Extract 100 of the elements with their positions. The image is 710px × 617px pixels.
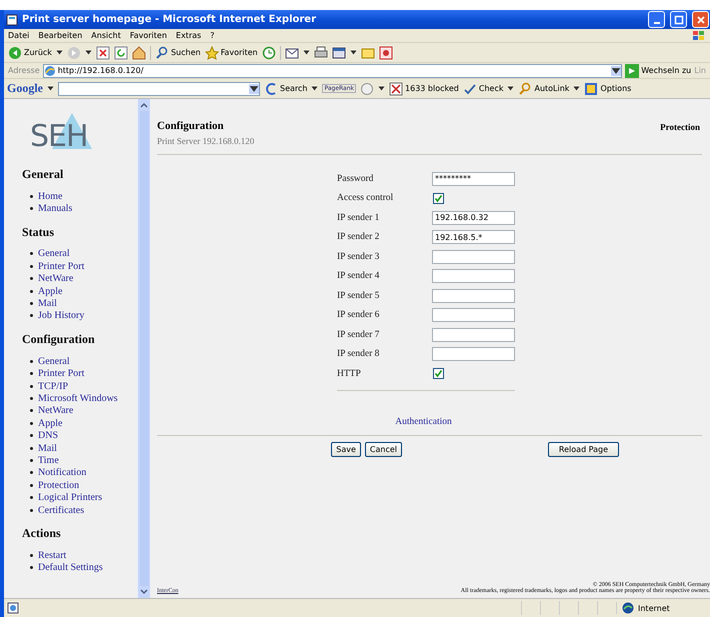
- home-icon[interactable]: [132, 46, 146, 60]
- dropdown-arrow-icon[interactable]: [573, 86, 580, 91]
- dropdown-arrow-icon[interactable]: [611, 66, 622, 76]
- nav-link[interactable]: Job History: [38, 310, 84, 322]
- menu-item[interactable]: Ansicht: [91, 31, 121, 40]
- input-field[interactable]: 192.168.0.32: [432, 210, 515, 225]
- bullet-icon: [30, 290, 33, 293]
- input-field[interactable]: [432, 288, 515, 303]
- form-button[interactable]: Cancel: [364, 442, 402, 456]
- checkbox[interactable]: [433, 368, 444, 380]
- printer-icon[interactable]: [314, 46, 328, 60]
- password-field[interactable]: *********: [432, 172, 515, 186]
- menu-item[interactable]: Extras: [176, 31, 202, 40]
- nav-link[interactable]: Mail: [38, 442, 57, 454]
- spell-check-button[interactable]: Check: [462, 82, 504, 96]
- search-button[interactable]: Search: [264, 82, 308, 96]
- reload-page-button[interactable]: Reload Page: [548, 442, 620, 456]
- refresh-icon[interactable]: [114, 46, 128, 60]
- bullet-icon: [30, 554, 33, 557]
- nav-link[interactable]: NetWare: [38, 405, 74, 416]
- menu-item[interactable]: Datei: [8, 31, 30, 40]
- back-button[interactable]: Zurück: [8, 46, 52, 60]
- nav-link[interactable]: DNS: [38, 430, 58, 442]
- blocked-icon[interactable]: [389, 82, 404, 96]
- nav-link[interactable]: TCP/IP: [38, 380, 68, 392]
- dropdown-arrow-icon[interactable]: [249, 84, 259, 94]
- globe-icon[interactable]: [622, 602, 634, 614]
- scroll-up-icon[interactable]: [140, 102, 148, 108]
- nav-link[interactable]: Logical Printers: [38, 492, 102, 504]
- bullet-icon: [30, 458, 33, 462]
- input-field[interactable]: [432, 347, 515, 362]
- search-button[interactable]: Suchen: [154, 46, 201, 60]
- input-field[interactable]: [432, 250, 515, 264]
- minimize-button[interactable]: [648, 11, 665, 28]
- bullet-icon: [30, 422, 33, 425]
- search-icon[interactable]: [154, 46, 169, 60]
- input-field[interactable]: [432, 269, 515, 284]
- close-icon[interactable]: [696, 14, 706, 24]
- field-label: IP sender 1: [337, 212, 380, 223]
- search-field[interactable]: [58, 82, 260, 96]
- input-field[interactable]: 192.168.5.*: [432, 230, 515, 244]
- page-icon[interactable]: [7, 602, 19, 614]
- nav-link[interactable]: General: [38, 248, 70, 260]
- menu-item[interactable]: ?: [210, 31, 214, 40]
- dropdown-arrow-icon[interactable]: [311, 86, 318, 91]
- nav-link[interactable]: Notification: [38, 467, 86, 478]
- nav-link[interactable]: Printer Port: [38, 260, 84, 272]
- nav-link[interactable]: Home: [38, 190, 62, 202]
- page-subtitle: Print Server 192.168.0.120: [157, 136, 254, 146]
- window-icon[interactable]: [332, 46, 346, 60]
- nav-link[interactable]: NetWare: [38, 273, 74, 284]
- section-heading: General: [22, 167, 64, 182]
- form-button[interactable]: Save: [331, 442, 361, 456]
- nav-link[interactable]: Default Settings: [38, 562, 103, 574]
- options-button[interactable]: Options: [584, 82, 632, 96]
- google-logo[interactable]: Google: [7, 81, 43, 96]
- autolink-button[interactable]: AutoLink: [518, 82, 570, 96]
- checkbox[interactable]: [433, 192, 444, 204]
- menu-item[interactable]: Bearbeiten: [38, 31, 82, 40]
- dropdown-arrow-icon[interactable]: [56, 50, 63, 55]
- close-button[interactable]: [692, 11, 709, 28]
- scroll-down-icon[interactable]: [140, 589, 148, 595]
- options-icon[interactable]: [584, 82, 598, 96]
- favorites-button[interactable]: Favoriten: [204, 46, 258, 60]
- field-label: IP sender 6: [337, 310, 380, 320]
- address-field[interactable]: http://192.168.0.120/: [42, 64, 622, 78]
- go-button[interactable]: Wechseln zu: [625, 64, 692, 78]
- input-field[interactable]: [432, 308, 515, 322]
- dropdown-arrow-icon[interactable]: [350, 50, 357, 55]
- nav-link[interactable]: Apple: [38, 286, 62, 297]
- dropdown-arrow-icon[interactable]: [507, 86, 514, 91]
- nav-link[interactable]: Manuals: [38, 203, 72, 214]
- dropdown-arrow-icon[interactable]: [84, 50, 92, 55]
- nav-link[interactable]: Protection: [38, 480, 80, 491]
- star-icon[interactable]: [204, 46, 219, 60]
- check-mark-icon[interactable]: [462, 82, 477, 96]
- bullet-icon: [30, 484, 33, 487]
- maximize-icon[interactable]: [674, 14, 684, 24]
- nav-link[interactable]: Certificates: [38, 504, 84, 516]
- g-icon[interactable]: [264, 82, 278, 96]
- stop-icon[interactable]: [96, 46, 110, 60]
- popup-blocker-button[interactable]: 1633 blocked: [389, 82, 459, 96]
- history-icon[interactable]: [262, 46, 276, 60]
- nav-link[interactable]: Printer Port: [38, 368, 84, 380]
- page-globe-icon[interactable]: [44, 64, 56, 76]
- menu-item[interactable]: Favoriten: [130, 31, 167, 40]
- input-field[interactable]: [432, 328, 515, 342]
- nav-link[interactable]: Apple: [38, 418, 62, 429]
- nav-link[interactable]: Restart: [38, 550, 66, 561]
- nav-link[interactable]: Mail: [38, 298, 57, 310]
- dropdown-arrow-icon[interactable]: [378, 86, 386, 91]
- dropdown-arrow-icon[interactable]: [47, 86, 54, 91]
- dropdown-arrow-icon[interactable]: [302, 50, 310, 55]
- nav-link[interactable]: Microsoft Windows: [38, 392, 118, 404]
- scrollbar[interactable]: [137, 99, 150, 598]
- maximize-button[interactable]: [670, 11, 687, 28]
- nav-link[interactable]: General: [38, 356, 70, 367]
- mail-icon[interactable]: [284, 46, 299, 60]
- authentication-link[interactable]: Authentication: [395, 416, 452, 426]
- nav-link[interactable]: Time: [38, 454, 59, 466]
